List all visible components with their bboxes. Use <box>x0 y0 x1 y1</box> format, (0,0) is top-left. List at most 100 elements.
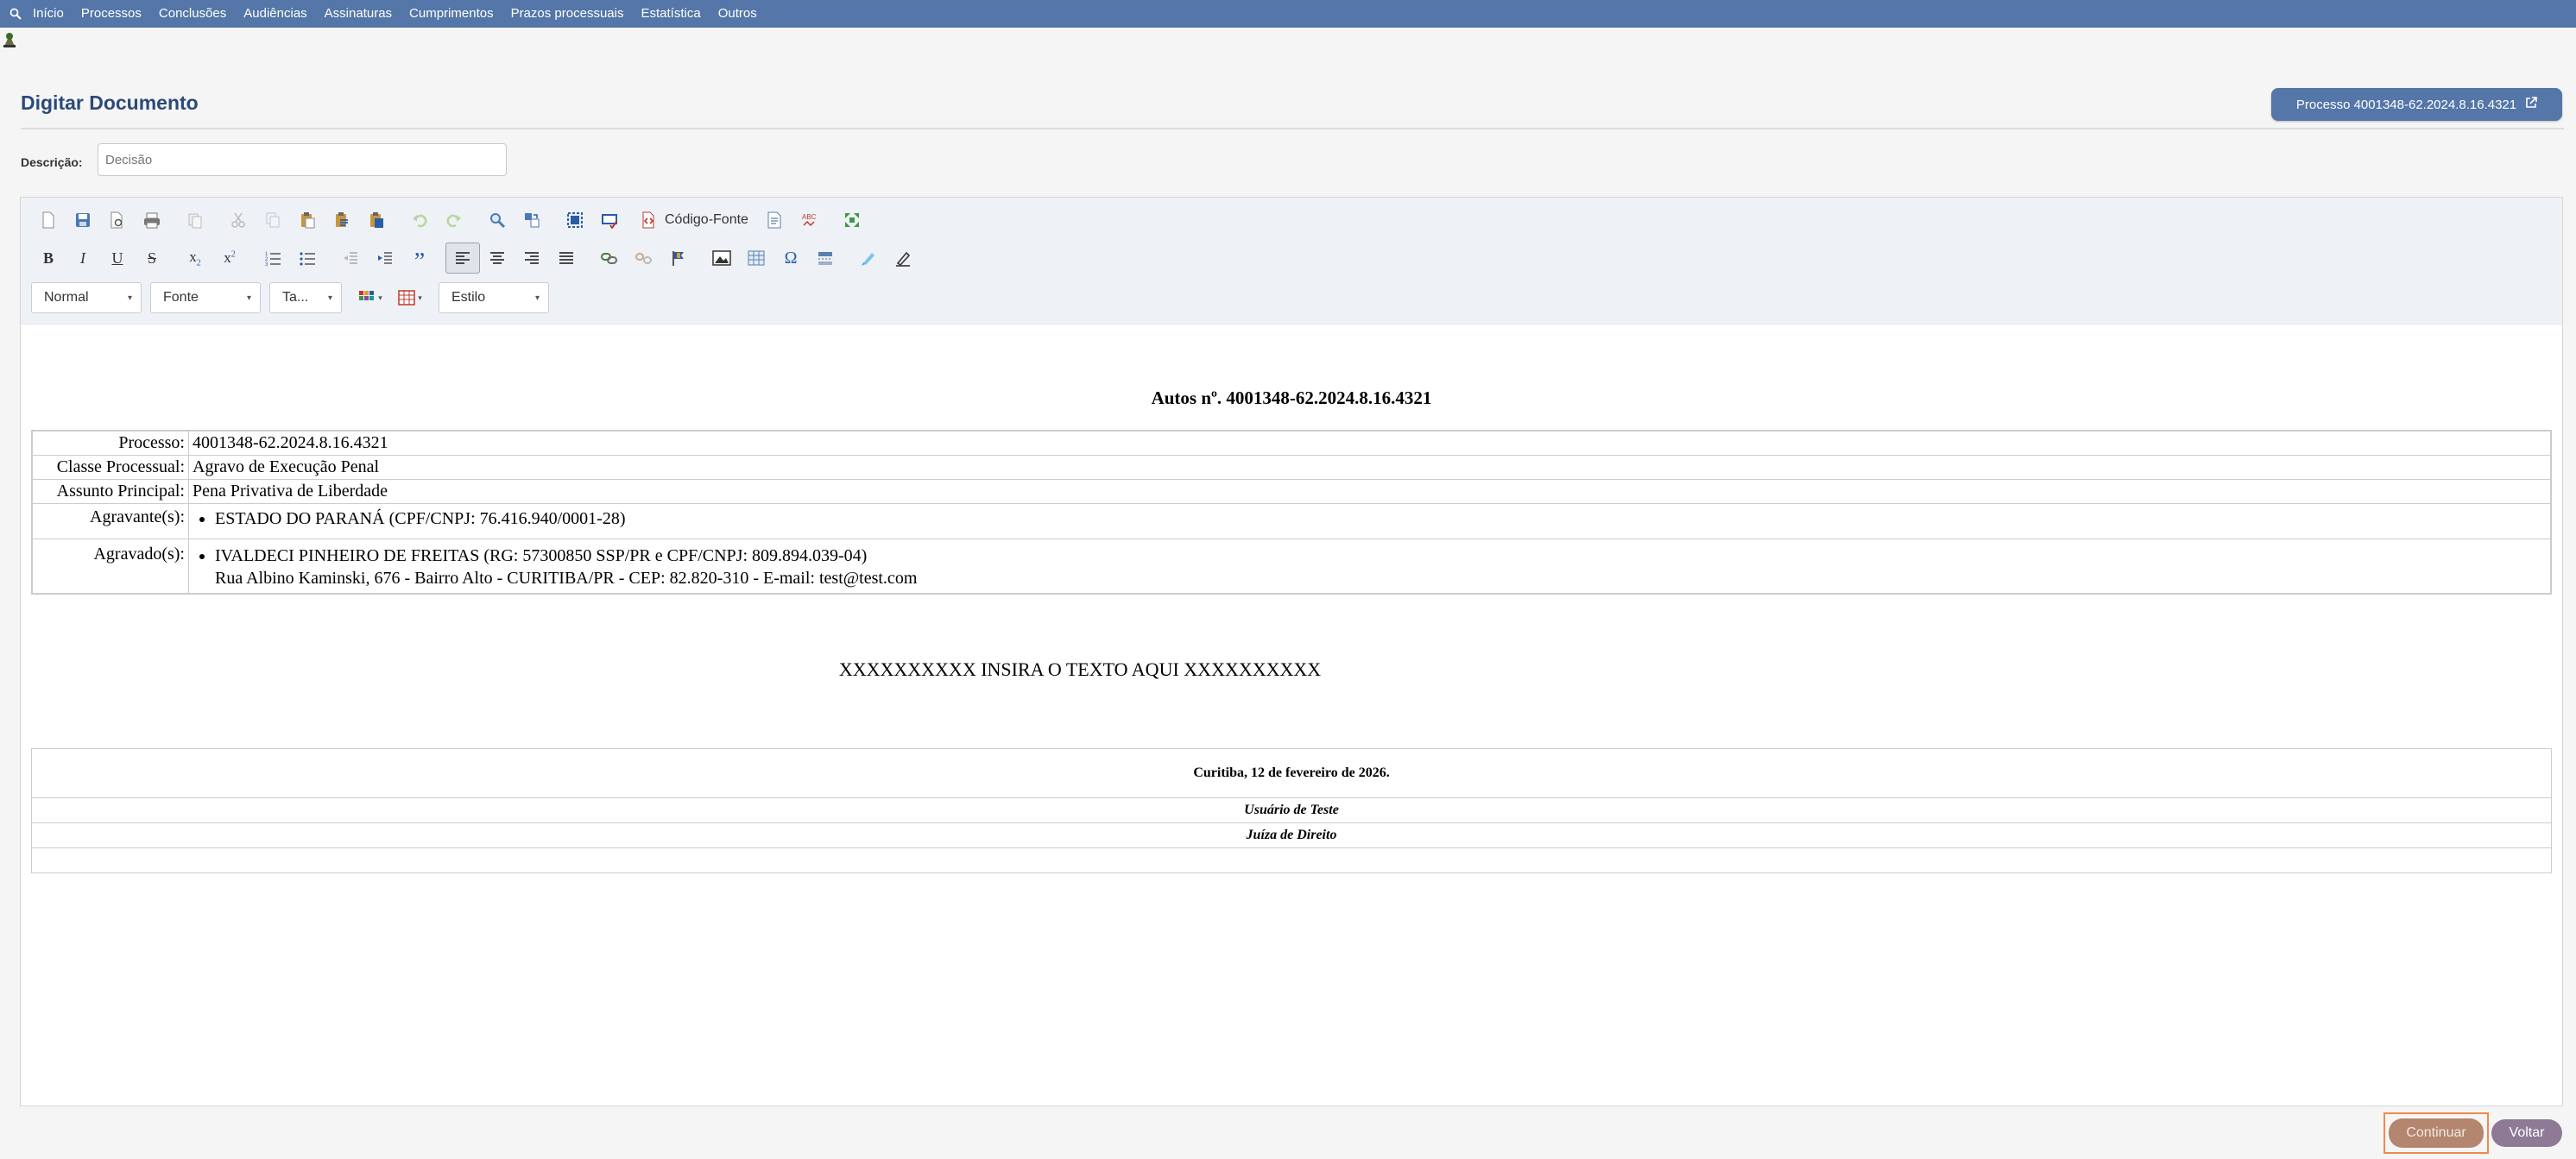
text-color-button[interactable]: ▾ <box>350 282 390 313</box>
search-icon[interactable] <box>7 0 24 28</box>
nav-item-inicio[interactable]: Início <box>24 0 73 28</box>
special-character-icon[interactable]: Ω <box>773 243 808 274</box>
process-link-button[interactable]: Processo 4001348-62.2024.8.16.4321 <box>2271 88 2562 121</box>
agravado-address: Rua Albino Kaminski, 676 - Bairro Alto -… <box>215 569 918 588</box>
preview-icon[interactable] <box>100 205 135 236</box>
link-icon[interactable] <box>592 243 627 274</box>
select-all-icon[interactable] <box>558 205 592 236</box>
info-value: Agravo de Execução Penal <box>188 455 2552 480</box>
empty-cell <box>31 847 2552 873</box>
font-size-select-value: Ta... <box>282 290 309 305</box>
spellcheck-icon[interactable] <box>592 205 627 236</box>
page-title: Digitar Documento <box>21 91 199 114</box>
agravante-item: ESTADO DO PARANÁ (CPF/CNPJ: 76.416.940/0… <box>215 507 2547 530</box>
nav-item-audiencias[interactable]: Audiências <box>235 0 315 28</box>
italic-icon[interactable]: I <box>66 243 100 274</box>
signer-role: Juíza de Direito <box>31 822 2552 848</box>
signer-name: Usuário de Teste <box>31 797 2552 823</box>
table-row: Processo: 4001348-62.2024.8.16.4321 <box>31 430 2552 456</box>
nav-item-estatistica[interactable]: Estatística <box>632 0 709 28</box>
nav-item-cumprimentos[interactable]: Cumprimentos <box>401 0 502 28</box>
align-center-icon[interactable] <box>480 243 515 274</box>
maximize-icon[interactable] <box>835 205 869 236</box>
top-navigation-bar: Início Processos Conclusões Audiências A… <box>0 0 2576 28</box>
nav-item-assinaturas[interactable]: Assinaturas <box>316 0 401 28</box>
format-select[interactable]: Normal ▾ <box>31 282 142 313</box>
placeholder-text: XXXXXXXXXX INSIRA O TEXTO AQUI XXXXXXXXX… <box>838 658 1322 680</box>
page-break-icon[interactable] <box>808 243 843 274</box>
font-select-value: Fonte <box>163 290 199 305</box>
strikethrough-icon[interactable]: S <box>135 243 169 274</box>
unlink-icon[interactable] <box>627 243 661 274</box>
style-select[interactable]: Estilo ▾ <box>439 282 549 313</box>
nav-item-conclusoes[interactable]: Conclusões <box>150 0 235 28</box>
align-right-icon[interactable] <box>515 243 549 274</box>
agravado-name: IVALDECI PINHEIRO DE FREITAS (RG: 573008… <box>215 546 868 565</box>
image-icon[interactable] <box>704 243 739 274</box>
superscript-icon[interactable]: x2 <box>212 243 247 274</box>
anchor-icon[interactable] <box>661 243 696 274</box>
table-row: Usuário de Teste <box>31 797 2552 823</box>
document-properties-icon[interactable] <box>757 205 792 236</box>
bold-icon[interactable]: B <box>31 243 66 274</box>
table-row: Agravante(s): ESTADO DO PARANÁ (CPF/CNPJ… <box>31 503 2552 539</box>
continue-button[interactable]: Continuar <box>2389 1118 2484 1148</box>
paste-word-icon[interactable] <box>359 205 394 236</box>
templates-icon[interactable] <box>178 205 212 236</box>
table-row <box>31 847 2552 873</box>
underline-icon[interactable]: U <box>100 243 135 274</box>
table-icon[interactable] <box>739 243 773 274</box>
redo-icon[interactable] <box>437 205 471 236</box>
table-row: Juíza de Direito <box>31 822 2552 848</box>
paste-icon[interactable] <box>290 205 325 236</box>
color-grid-icon <box>359 291 375 300</box>
align-justify-icon[interactable] <box>549 243 584 274</box>
app-logo-icon <box>2 31 17 48</box>
outdent-icon[interactable] <box>333 243 368 274</box>
replace-icon[interactable] <box>515 205 549 236</box>
find-icon[interactable] <box>480 205 515 236</box>
eraser-pen-icon[interactable] <box>886 243 920 274</box>
title-divider <box>21 128 2564 129</box>
blockquote-icon[interactable]: ” <box>402 243 437 274</box>
print-icon[interactable] <box>135 205 169 236</box>
copy-icon[interactable] <box>256 205 290 236</box>
format-select-value: Normal <box>44 290 89 305</box>
process-button-label: Processo 4001348-62.2024.8.16.4321 <box>2295 97 2517 112</box>
spell-as-you-type-icon[interactable]: ABC <box>792 205 826 236</box>
font-size-select[interactable]: Ta... ▾ <box>269 282 342 313</box>
source-code-button[interactable]: Código-Fonte <box>635 205 757 236</box>
nav-item-processos[interactable]: Processos <box>73 0 150 28</box>
chevron-down-icon: ▾ <box>378 293 382 302</box>
nav-item-outros[interactable]: Outros <box>710 0 766 28</box>
align-left-icon[interactable] <box>445 243 480 274</box>
style-select-value: Estilo <box>451 290 486 305</box>
info-label: Processo: <box>31 430 189 456</box>
info-label: Classe Processual: <box>31 455 189 480</box>
rich-text-editor: Código-Fonte ABC B I U S x2 x2 123 ” Ω N… <box>20 197 2563 1106</box>
font-select[interactable]: Fonte ▾ <box>150 282 261 313</box>
chevron-down-icon: ▾ <box>534 293 540 303</box>
subscript-icon[interactable]: x2 <box>178 243 212 274</box>
table-row: Assunto Principal: Pena Privativa de Lib… <box>31 479 2552 504</box>
new-page-icon[interactable] <box>31 205 66 236</box>
info-value: 4001348-62.2024.8.16.4321 <box>188 430 2552 456</box>
document-heading: Autos nº. 4001348-62.2024.8.16.4321 <box>1151 387 1432 408</box>
save-icon[interactable] <box>66 205 100 236</box>
description-input[interactable] <box>98 143 507 176</box>
table-border-button[interactable]: ▾ <box>390 282 430 313</box>
bullet-list-icon[interactable] <box>290 243 325 274</box>
indent-icon[interactable] <box>368 243 402 274</box>
paste-text-icon[interactable] <box>325 205 359 236</box>
svg-text:ABC: ABC <box>802 213 817 221</box>
undo-icon[interactable] <box>402 205 437 236</box>
table-row: Classe Processual: Agravo de Execução Pe… <box>31 455 2552 480</box>
highlighter-icon[interactable] <box>851 243 886 274</box>
source-code-icon <box>642 211 654 229</box>
nav-item-prazos-processuais[interactable]: Prazos processuais <box>502 0 633 28</box>
svg-text:3: 3 <box>265 262 268 267</box>
back-button[interactable]: Voltar <box>2491 1119 2562 1147</box>
cut-icon[interactable] <box>221 205 256 236</box>
info-value: Pena Privativa de Liberdade <box>188 479 2552 504</box>
numbered-list-icon[interactable]: 123 <box>256 243 290 274</box>
